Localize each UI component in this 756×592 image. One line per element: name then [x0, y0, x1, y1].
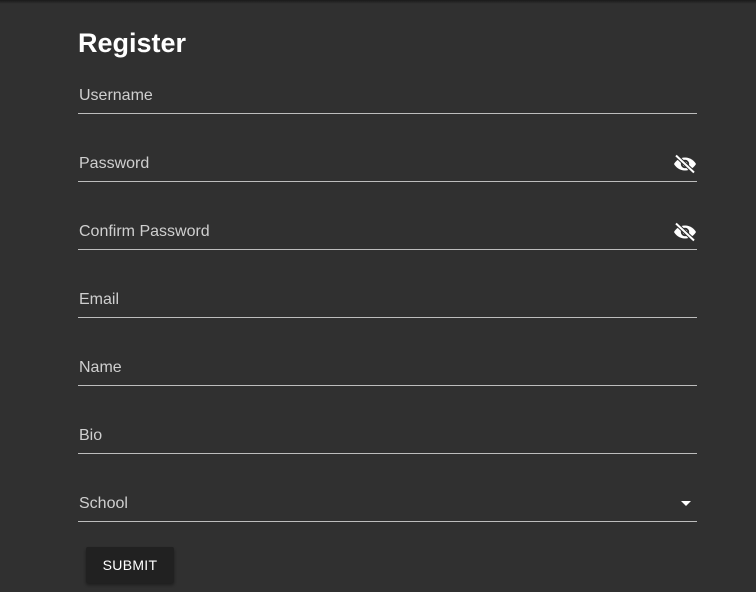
submit-button[interactable]: SUBMIT	[86, 547, 174, 583]
name-input[interactable]	[78, 350, 697, 385]
confirm-password-input[interactable]	[78, 214, 697, 249]
username-field[interactable]: Username	[78, 78, 697, 114]
bio-field[interactable]: Bio	[78, 418, 697, 454]
eye-off-icon[interactable]	[673, 154, 697, 174]
password-field[interactable]: Password	[78, 146, 697, 182]
top-bar-shadow	[0, 0, 756, 4]
name-field[interactable]: Name	[78, 350, 697, 386]
confirm-password-field[interactable]: Confirm Password	[78, 214, 697, 250]
email-input[interactable]	[78, 282, 697, 317]
form-title: Register	[78, 28, 187, 58]
bio-input[interactable]	[78, 418, 697, 453]
username-input[interactable]	[78, 78, 697, 113]
school-select[interactable]: School	[78, 486, 697, 522]
dropdown-arrow-icon[interactable]	[681, 501, 691, 506]
school-label: School	[79, 495, 128, 512]
password-input[interactable]	[78, 146, 697, 181]
email-field[interactable]: Email	[78, 282, 697, 318]
eye-off-icon[interactable]	[673, 222, 697, 242]
